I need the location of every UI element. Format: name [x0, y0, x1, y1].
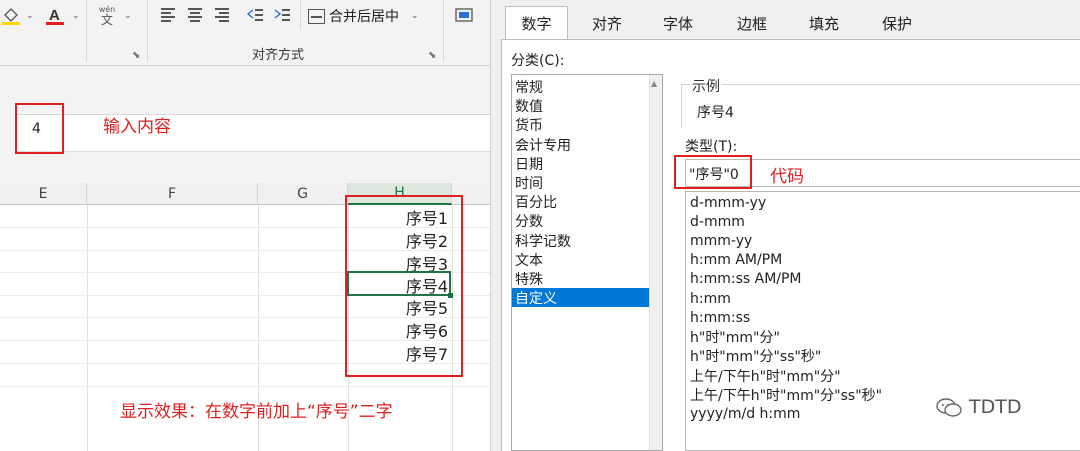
align-right-icon[interactable]: [212, 5, 232, 25]
phonetic-bottom: 文: [100, 13, 113, 27]
category-item[interactable]: 会计专用: [512, 135, 650, 154]
sample-group: [681, 84, 1080, 128]
number-format-icon: [455, 8, 473, 22]
category-item[interactable]: 科学记数: [512, 231, 650, 250]
formula-highlight-box: [15, 103, 64, 154]
category-item-selected[interactable]: 自定义: [512, 288, 650, 307]
ribbon-separator: [86, 0, 87, 62]
format-cells-dialog: 数字 对齐 字体 边框 填充 保护 分类(C): 常规 数值 货币 会计专用 日…: [490, 0, 1080, 451]
result-highlight-box: [345, 195, 463, 377]
type-label: 类型(T):: [685, 139, 738, 155]
format-item[interactable]: yyyy/m/d h:mm: [690, 404, 800, 423]
category-item[interactable]: 货币: [512, 115, 650, 134]
result-annotation: 显示效果：在数字前加上“序号”二字: [120, 402, 393, 422]
formula-input[interactable]: [17, 114, 490, 152]
category-item[interactable]: 文本: [512, 250, 650, 269]
tab-alignment[interactable]: 对齐: [577, 8, 637, 38]
tab-fill[interactable]: 填充: [794, 8, 854, 38]
category-list[interactable]: 常规 数值 货币 会计专用 日期 时间 百分比 分数 科学记数 文本 特殊 自定…: [511, 74, 663, 451]
dialog-tabs: 数字 对齐 字体 边框 填充 保护: [491, 0, 1080, 40]
category-item[interactable]: 百分比: [512, 192, 650, 211]
format-item[interactable]: 上午/下午h"时"mm"分"ss"秒": [690, 385, 882, 404]
font-color-button[interactable]: A: [44, 6, 66, 26]
svg-text:A: A: [49, 7, 60, 24]
phonetic-dropdown[interactable]: ⌄: [124, 6, 132, 26]
format-item[interactable]: h:mm: [690, 289, 731, 308]
format-item[interactable]: mmm-yy: [690, 231, 752, 250]
category-item[interactable]: 特殊: [512, 269, 650, 288]
format-item[interactable]: h"时"mm"分": [690, 327, 780, 346]
input-annotation: 输入内容: [103, 117, 171, 137]
format-item[interactable]: 上午/下午h"时"mm"分": [690, 366, 841, 385]
fill-color-button[interactable]: [0, 6, 22, 26]
align-center-icon[interactable]: [185, 5, 205, 25]
column-header-f[interactable]: F: [87, 183, 258, 205]
ribbon-separator: [147, 0, 148, 62]
phonetic-button[interactable]: wén 文: [95, 6, 119, 27]
font-dialog-launcher-icon[interactable]: ⬊: [132, 50, 140, 61]
category-item[interactable]: 常规: [512, 77, 650, 96]
ribbon-separator: [443, 0, 444, 62]
font-color-dropdown[interactable]: ⌄: [72, 6, 80, 26]
alignment-group-label: 对齐方式: [252, 48, 305, 63]
merge-center-button[interactable]: 合并后居中 ⌄: [308, 4, 419, 28]
increase-indent-icon[interactable]: [272, 5, 292, 25]
font-color-icon: A: [46, 7, 64, 25]
format-item[interactable]: h:mm AM/PM: [690, 250, 782, 269]
column-header-e[interactable]: E: [0, 183, 87, 205]
number-format-button[interactable]: [452, 6, 480, 26]
category-item[interactable]: 数值: [512, 96, 650, 115]
sample-value: 序号4: [697, 105, 734, 121]
ribbon-separator: [300, 0, 301, 30]
fill-color-dropdown[interactable]: ⌄: [26, 6, 34, 26]
tab-number[interactable]: 数字: [505, 6, 568, 40]
merge-dropdown-icon[interactable]: ⌄: [411, 11, 419, 21]
watermark-text: TDTD: [969, 396, 1022, 418]
category-item[interactable]: 时间: [512, 173, 650, 192]
category-item[interactable]: 分数: [512, 211, 650, 230]
type-highlight-box: [674, 155, 752, 189]
wechat-icon: [936, 398, 962, 417]
code-annotation: 代码: [770, 167, 804, 187]
align-left-icon[interactable]: [158, 5, 178, 25]
format-item[interactable]: d-mmm-yy: [690, 193, 766, 212]
excel-ribbon: ⌄ A ⌄ wén 文 ⌄ ⬊ 合并后居中 ⌄ 对齐方式 ⬊: [0, 0, 490, 66]
tab-font[interactable]: 字体: [648, 8, 708, 38]
merge-cells-icon: [308, 8, 325, 24]
sample-label: 示例: [690, 76, 722, 96]
scroll-up-icon[interactable]: ▲: [651, 79, 657, 88]
fill-color-icon: [2, 8, 20, 25]
decrease-indent-icon[interactable]: [245, 5, 265, 25]
format-item[interactable]: h:mm:ss AM/PM: [690, 269, 802, 288]
format-item[interactable]: h"时"mm"分"ss"秒": [690, 346, 821, 365]
merge-center-label: 合并后居中: [329, 9, 399, 25]
alignment-dialog-launcher-icon[interactable]: ⬊: [428, 50, 436, 61]
column-header-g[interactable]: G: [258, 183, 348, 205]
format-item[interactable]: d-mmm: [690, 212, 745, 231]
category-label: 分类(C):: [511, 53, 565, 69]
watermark: TDTD: [935, 396, 1021, 418]
tab-protection[interactable]: 保护: [867, 8, 927, 38]
format-item[interactable]: h:mm:ss: [690, 308, 750, 327]
category-item[interactable]: 日期: [512, 154, 650, 173]
tab-border[interactable]: 边框: [722, 8, 782, 38]
category-scrollbar[interactable]: ▲: [649, 75, 662, 450]
